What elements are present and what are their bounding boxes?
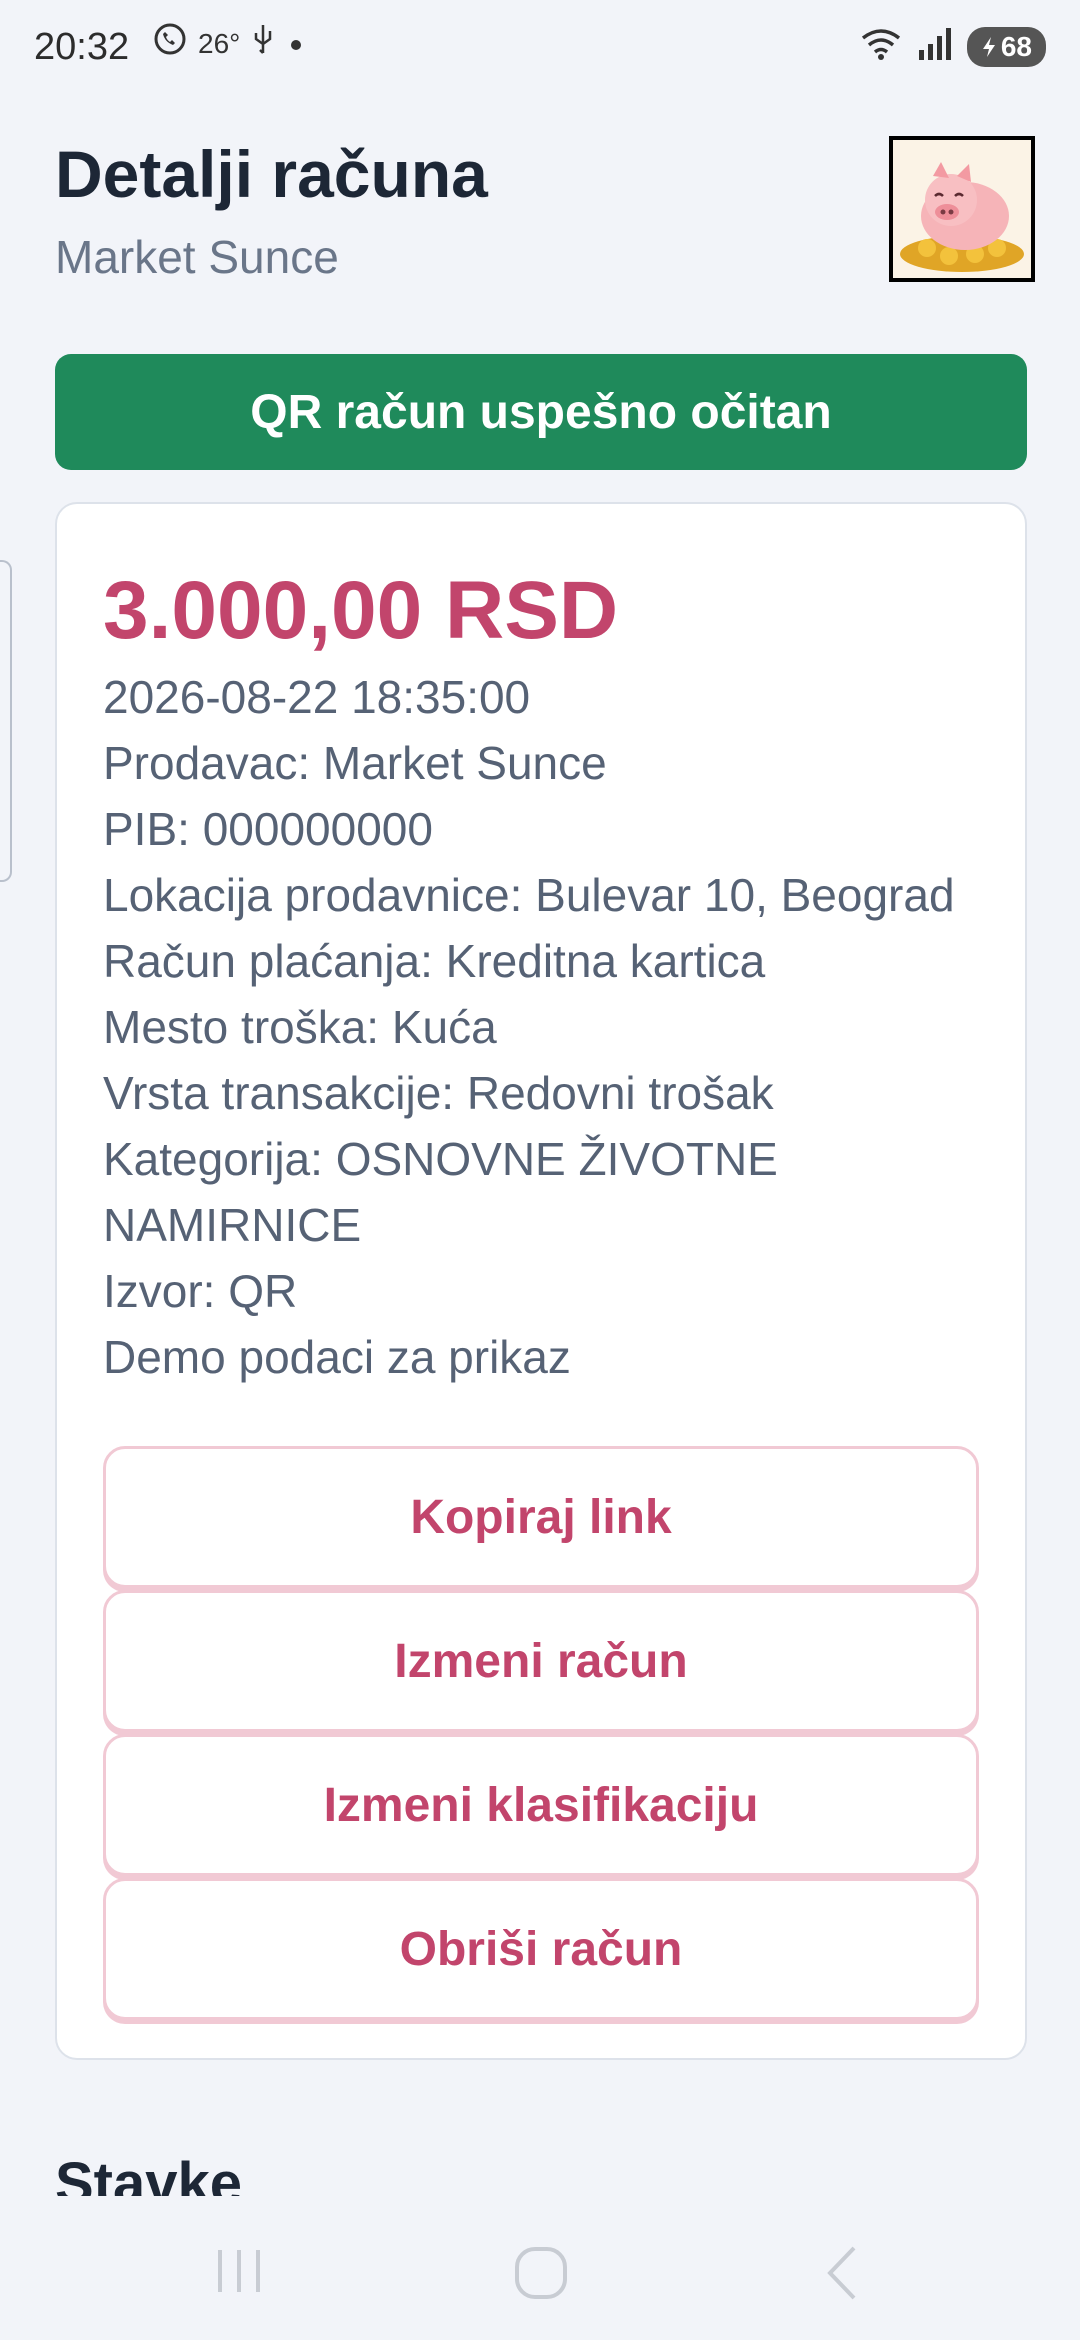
status-right-icons: 68 — [859, 26, 1046, 67]
receipt-details: 2026-08-22 18:35:00 Prodavac: Market Sun… — [103, 664, 963, 1390]
dot-icon — [286, 28, 306, 60]
edit-receipt-button[interactable]: Izmeni račun — [103, 1590, 979, 1732]
piggy-bank-logo — [889, 136, 1035, 282]
edit-classification-button[interactable]: Izmeni klasifikaciju — [103, 1734, 979, 1876]
battery-icon: 68 — [966, 26, 1046, 67]
side-drawer-handle[interactable] — [0, 560, 12, 882]
receipt-seller: Prodavac: Market Sunce — [103, 737, 607, 789]
copy-link-button[interactable]: Kopiraj link — [103, 1446, 979, 1588]
temperature-label: 26° — [198, 27, 241, 59]
receipt-datetime: 2026-08-22 18:35:00 — [103, 671, 531, 723]
receipt-category: Kategorija: OSNOVNE ŽIVOTNE NAMIRNICE — [103, 1133, 778, 1251]
receipt-demo-note: Demo podaci za prikaz — [103, 1331, 571, 1383]
items-section-title: Stavke — [55, 2151, 243, 2196]
page-title: Detalji računa — [55, 137, 488, 211]
status-bar: 20:32 26° 68 — [0, 0, 1080, 100]
receipt-actions: Kopiraj link Izmeni račun Izmeni klasifi… — [103, 1446, 979, 2022]
status-time: 20:32 — [34, 26, 130, 68]
receipt-card: 3.000,00 RSD 2026-08-22 18:35:00 Prodava… — [55, 502, 1027, 2060]
signal-icon — [917, 26, 953, 67]
receipt-pib: PIB: 000000000 — [103, 803, 433, 855]
success-banner: QR račun uspešno očitan — [55, 354, 1027, 470]
receipt-transaction-type: Vrsta transakcije: Redovni trošak — [103, 1067, 774, 1119]
receipt-store-location: Lokacija prodavnice: Bulevar 10, Beograd — [103, 869, 955, 921]
receipt-payment-account: Račun plaćanja: Kreditna kartica — [103, 935, 766, 987]
battery-level: 68 — [1000, 30, 1032, 62]
receipt-amount: 3.000,00 RSD — [103, 565, 619, 656]
delete-receipt-button[interactable]: Obriši račun — [103, 1878, 979, 2020]
receipt-source: Izvor: QR — [103, 1265, 298, 1317]
wifi-icon — [859, 26, 903, 67]
status-left-icons: 26° — [152, 22, 306, 65]
system-nav-bar — [0, 2200, 1080, 2340]
recent-apps-icon[interactable] — [212, 2244, 266, 2303]
page-header: Detalji računa Market Sunce — [55, 136, 1035, 286]
back-icon[interactable] — [822, 2244, 862, 2307]
home-icon[interactable] — [512, 2244, 570, 2307]
viber-icon — [152, 22, 188, 65]
receipt-cost-place: Mesto troška: Kuća — [103, 1001, 497, 1053]
page-subtitle: Market Sunce — [55, 231, 339, 283]
usb-icon — [250, 23, 276, 64]
